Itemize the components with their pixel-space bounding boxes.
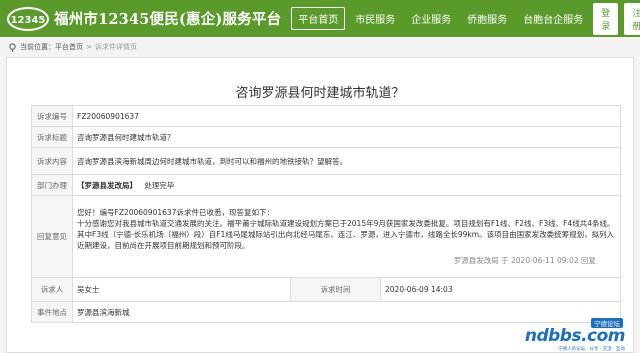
content-value: 咨询罗源县滨海新城周边何时建城市轨道，到时可以和福州的地铁接轨？望解答。 xyxy=(72,147,621,175)
table-row: 部门办理 【罗源县发改局】 处理完毕 xyxy=(31,174,621,196)
table-row: 诉求内容 咨询罗源县滨海新城周边何时建城市轨道，到时可以和福州的地铁接轨？望解答… xyxy=(31,147,621,175)
table-row: 诉求编号 FZ20060901637 xyxy=(31,105,621,127)
subject-label: 诉求标题 xyxy=(31,126,73,148)
reply-line: 您好！编号FZ20060901637诉求件已收悉，现答复如下： xyxy=(77,208,274,217)
reply-line: 十分感谢您对我县城市轨道交通发展的关注。福平莆宁城际轨道建设规划方案已于2015… xyxy=(77,219,615,228)
handling-status: 处理完毕 xyxy=(144,180,175,190)
time-value: 2020-06-09 14:03 xyxy=(380,277,621,302)
watermark-sub: 宁德人的论坛 · 分享 · 交流 · 互动 xyxy=(558,347,625,352)
page-title: 咨询罗源县何时建城市轨道？ xyxy=(235,86,405,101)
auth-buttons: 登录 注册 xyxy=(593,2,640,35)
breadcrumb-home[interactable]: 平台首页 xyxy=(55,42,83,52)
table-row: 回复意见 您好！编号FZ20060901637诉求件已收悉，现答复如下： 十分感… xyxy=(31,195,621,278)
reply-label: 回复意见 xyxy=(31,195,73,278)
site-title[interactable]: 福州市12345便民(惠企)服务平台 xyxy=(54,8,281,29)
top-header: 12345 福州市12345便民(惠企)服务平台 平台首页 市民服务 企业服务 … xyxy=(0,0,640,37)
nav-overseas-service[interactable]: 侨胞服务 xyxy=(461,8,513,29)
logo-badge-icon: 12345 xyxy=(7,6,49,31)
nav-enterprise-service[interactable]: 企业服务 xyxy=(405,8,457,29)
content-label: 诉求内容 xyxy=(31,147,73,175)
svg-text:12345: 12345 xyxy=(11,15,46,26)
location-label: 事件地点 xyxy=(31,301,73,323)
nav-citizen-service[interactable]: 市民服务 xyxy=(349,8,401,29)
number-value: FZ20060901637 xyxy=(72,105,621,127)
main-nav: 平台首页 市民服务 企业服务 侨胞服务 台胞台企服务 xyxy=(291,0,593,37)
handling-dept: 【罗源县发改局】 xyxy=(77,180,137,190)
nav-home[interactable]: 平台首页 xyxy=(291,7,346,30)
nav-taiwan-service[interactable]: 台胞台企服务 xyxy=(517,8,589,29)
breadcrumb: 当前位置： 平台首页 > 诉求件详情页 xyxy=(0,37,640,57)
reply-signature: 罗源县发改局 于 2020-06-11 09:02 回复 xyxy=(453,256,596,265)
watermark-main: ndbbs.com xyxy=(524,326,626,346)
detail-table: 诉求编号 FZ20060901637 诉求标题 咨询罗源县何时建城市轨道？ 诉求… xyxy=(31,105,621,323)
number-label: 诉求编号 xyxy=(31,105,73,127)
subject-value: 咨询罗源县何时建城市轨道？ xyxy=(72,126,621,148)
location-icon xyxy=(9,42,16,52)
detail-panel: 咨询罗源县何时建城市轨道？ 诉求编号 FZ20060901637 诉求标题 咨询… xyxy=(6,57,634,353)
petitioner-value: 吴女士 xyxy=(72,277,291,302)
handling-label: 部门办理 xyxy=(31,174,73,196)
breadcrumb-prefix: 当前位置： xyxy=(20,43,55,51)
login-button[interactable]: 登录 xyxy=(593,2,619,35)
table-row: 诉求标题 咨询罗源县何时建城市轨道？ xyxy=(31,126,621,148)
breadcrumb-separator: > xyxy=(86,43,92,51)
handling-value: 【罗源县发改局】 处理完毕 xyxy=(72,174,621,196)
breadcrumb-current: 诉求件详情页 xyxy=(94,43,137,51)
reply-line: 其中F3线（宁德-长乐机场（福州）段）自F1线马尾城际站引出向北经马尾东、连江、… xyxy=(77,230,615,250)
logo[interactable]: 12345 xyxy=(6,6,50,32)
petitioner-label: 诉求人 xyxy=(31,277,73,302)
time-label: 诉求时间 xyxy=(290,277,381,302)
register-button[interactable]: 注册 xyxy=(624,2,640,35)
watermark-logo: 宁德论坛 ndbbs.com 宁德人的论坛 · 分享 · 交流 · 互动 xyxy=(479,318,629,352)
table-row: 诉求人 吴女士 诉求时间 2020-06-09 14:03 xyxy=(31,277,621,302)
reply-value: 您好！编号FZ20060901637诉求件已收悉，现答复如下： 十分感谢您对我县… xyxy=(72,195,621,278)
